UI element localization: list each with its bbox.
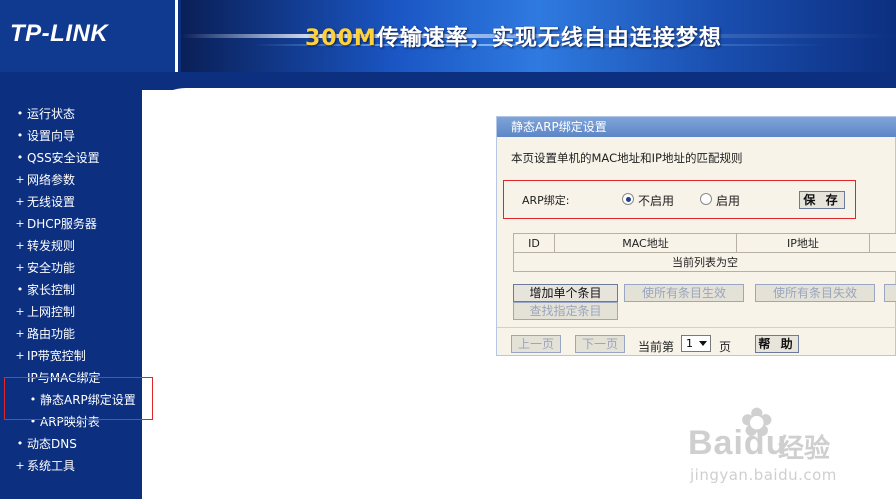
arp-table: ID MAC地址 IP地址 当前列表为空 [513,233,896,272]
panel-description: 本页设置单机的MAC地址和IP地址的匹配规则 [511,151,743,165]
sidebar-item-label: 设置向导 [27,129,76,143]
expand-icon: + [15,239,25,252]
col-ip: IP地址 [736,233,870,253]
expand-icon: + [15,459,25,472]
header: TP-LINK 300M传输速率，实现无线自由连接梦想 [0,0,896,72]
col-id: ID [513,233,555,253]
watermark-cn: 经验 [778,434,831,464]
help-button[interactable]: 帮 助 [755,335,799,353]
sidebar-item-label: 安全功能 [27,261,76,275]
sidebar-item-label: 转发规则 [27,239,76,253]
expand-icon: + [15,261,25,274]
sidebar-item-forwarding[interactable]: + 转发规则 [0,235,142,257]
chevron-down-icon [699,341,707,346]
router-admin-page: TP-LINK 300M传输速率，实现无线自由连接梦想 • 运行状态 • 设置向导 … [0,0,896,499]
sidebar-item-label: 路由功能 [27,327,76,341]
find-entry-button[interactable]: 查找指定条目 [513,302,618,320]
sidebar-menu: • 运行状态 • 设置向导 • QSS安全设置 + 网络参数 + 无线设置 + DHCP服务… [0,103,142,477]
expand-icon: + [15,327,25,340]
sidebar-item-ddns[interactable]: • 动态DNS [0,433,142,455]
expand-icon: + [15,173,25,186]
tp-link-logo: TP-LINK [10,20,109,47]
sidebar-item-qss[interactable]: • QSS安全设置 [0,147,142,169]
sidebar-item-label: DHCP服务器 [27,217,97,231]
sidebar-item-parental[interactable]: • 家长控制 [0,279,142,301]
sidebar-item-label: 动态DNS [27,437,77,451]
expand-icon: + [15,195,25,208]
enable-all-button[interactable]: 使所有条目生效 [624,284,744,302]
page-select-value: 1 [686,337,693,350]
expand-icon: + [15,305,25,318]
panel-title: 静态ARP绑定设置 [497,117,896,137]
sidebar-item-dhcp[interactable]: + DHCP服务器 [0,213,142,235]
sidebar-item-system-tools[interactable]: + 系统工具 [0,455,142,477]
sidebar-item-network[interactable]: + 网络参数 [0,169,142,191]
table-row: 当前列表为空 [513,252,896,272]
prev-page-button[interactable]: 上一页 [511,335,561,353]
current-page-prefix: 当前第 [638,340,675,354]
watermark-brand: Baidu [688,424,787,463]
table-header-row: ID MAC地址 IP地址 [513,233,896,253]
sidebar-item-security[interactable]: + 安全功能 [0,257,142,279]
sidebar-item-status[interactable]: • 运行状态 [0,103,142,125]
sidebar-item-bandwidth[interactable]: + IP带宽控制 [0,345,142,367]
sidebar-item-label: 上网控制 [27,305,76,319]
static-arp-panel: 静态ARP绑定设置 本页设置单机的MAC地址和IP地址的匹配规则 ARP绑定: … [496,116,896,356]
sidebar-item-label: 运行状态 [27,107,76,121]
sidebar-item-label: 家长控制 [27,283,76,297]
disable-all-button[interactable]: 使所有条目失效 [755,284,875,302]
overflow-button[interactable] [884,284,896,302]
bullet-icon: • [16,129,24,142]
bullet-icon: • [16,283,24,296]
bullet-icon: • [16,437,24,450]
sidebar-item-label: IP带宽控制 [27,349,86,363]
logo-box: TP-LINK [0,0,178,72]
add-entry-button[interactable]: 增加单个条目 [513,284,618,302]
banner-slogan: 300M传输速率，实现无线自由连接梦想 [305,20,722,52]
col-extra [869,233,896,253]
annotation-box-sidebar [4,377,153,420]
sidebar-item-label: 系统工具 [27,459,76,473]
bullet-icon: • [16,151,24,164]
sidebar-item-routing[interactable]: + 路由功能 [0,323,142,345]
panel-separator [497,327,896,328]
slogan-highlight: 300M [305,26,377,51]
bullet-icon: • [16,107,24,120]
sidebar-item-label: QSS安全设置 [27,151,100,165]
page-select[interactable]: 1 [681,335,711,352]
annotation-box-arp-row [503,180,856,219]
sidebar-item-label: 无线设置 [27,195,76,209]
sidebar-item-access-control[interactable]: + 上网控制 [0,301,142,323]
slogan-text: 传输速率，实现无线自由连接梦想 [376,26,722,51]
sidebar-item-wireless[interactable]: + 无线设置 [0,191,142,213]
expand-icon: + [15,349,25,362]
expand-icon: + [15,217,25,230]
page-suffix: 页 [719,340,732,354]
col-mac: MAC地址 [554,233,737,253]
watermark-brand-part1: Bai [688,424,744,462]
watermark-url: jingyan.baidu.com [690,466,837,484]
sidebar-item-wizard[interactable]: • 设置向导 [0,125,142,147]
baidu-watermark: ✿ Baidu 经验 jingyan.baidu.com [688,400,888,495]
banner: 300M传输速率，实现无线自由连接梦想 [181,0,896,72]
empty-list-text: 当前列表为空 [513,252,896,272]
sidebar-item-label: 网络参数 [27,173,76,187]
next-page-button[interactable]: 下一页 [575,335,625,353]
sidebar: • 运行状态 • 设置向导 • QSS安全设置 + 网络参数 + 无线设置 + DHCP服务… [0,90,142,499]
